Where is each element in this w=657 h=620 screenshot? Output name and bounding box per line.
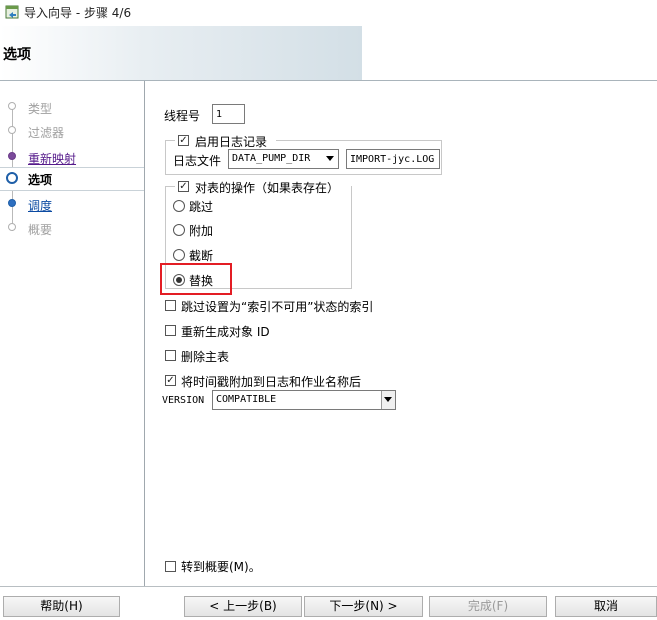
- step-remap[interactable]: 重新映射: [0, 147, 144, 169]
- skip-unusable-label: 跳过设置为“索引不可用”状态的索引: [181, 300, 374, 314]
- next-button[interactable]: 下一步(N) >: [304, 596, 423, 617]
- skip-unusable-checkbox[interactable]: [165, 300, 176, 311]
- logfile-name-input[interactable]: [346, 149, 440, 169]
- thread-label: 线程号: [164, 109, 201, 123]
- version-label: VERSION: [162, 395, 205, 406]
- radio-skip-label: 跳过: [189, 200, 214, 214]
- step-next-icon: [8, 199, 16, 207]
- goto-summary-checkbox[interactable]: [165, 561, 176, 572]
- table-action-legend: ✓ 对表的操作（如果表存在）: [175, 179, 351, 195]
- import-wizard-icon: [5, 5, 20, 20]
- step-current-icon: [6, 172, 18, 184]
- radio-truncate[interactable]: [173, 249, 185, 261]
- step-done-icon: [8, 102, 16, 110]
- radio-truncate-label: 截断: [189, 249, 214, 263]
- step-future-icon: [8, 223, 16, 231]
- thread-input[interactable]: [212, 104, 245, 124]
- step-type[interactable]: 类型: [0, 97, 144, 119]
- radio-skip[interactable]: [173, 200, 185, 212]
- radio-append-label: 附加: [189, 224, 214, 238]
- delete-master-label: 删除主表: [181, 350, 230, 364]
- regen-oid-label: 重新生成对象 ID: [181, 325, 270, 339]
- header-gradient: [0, 26, 362, 80]
- step-summary[interactable]: 概要: [0, 218, 144, 240]
- logfile-dir-value: DATA_PUMP_DIR: [232, 153, 311, 164]
- window-title: 导入向导 - 步骤 4/6: [24, 6, 132, 20]
- radio-replace[interactable]: [173, 274, 185, 286]
- dropdown-arrow-icon: [326, 156, 334, 161]
- table-action-checkbox[interactable]: ✓: [178, 181, 189, 192]
- step-done-icon: [8, 126, 16, 134]
- help-button[interactable]: 帮助(H): [3, 596, 120, 617]
- version-select[interactable]: COMPATIBLE: [212, 390, 396, 410]
- radio-replace-label: 替换: [189, 274, 214, 288]
- back-button[interactable]: < 上一步(B): [184, 596, 302, 617]
- logging-legend: ✓ 启用日志记录: [175, 133, 276, 149]
- append-timestamp-label: 将时间戳附加到日志和作业名称后: [181, 375, 362, 389]
- page-title: 选项: [3, 47, 31, 63]
- delete-master-checkbox[interactable]: [165, 350, 176, 361]
- logfile-label: 日志文件: [173, 154, 222, 168]
- finish-button[interactable]: 完成(F): [429, 596, 547, 617]
- table-action-label: 对表的操作（如果表存在）: [195, 181, 340, 195]
- logfile-dir-select[interactable]: DATA_PUMP_DIR: [228, 149, 339, 169]
- version-value: COMPATIBLE: [216, 394, 277, 405]
- title-bar: 导入向导 - 步骤 4/6: [0, 0, 657, 26]
- step-options-current[interactable]: 选项: [0, 167, 144, 191]
- logging-checkbox[interactable]: ✓: [178, 135, 189, 146]
- regen-oid-checkbox[interactable]: [165, 325, 176, 336]
- logging-label: 启用日志记录: [195, 135, 268, 149]
- cancel-button[interactable]: 取消: [555, 596, 657, 617]
- append-timestamp-checkbox[interactable]: ✓: [165, 375, 176, 386]
- step-link-icon: [8, 152, 16, 160]
- goto-summary-label: 转到概要(M)。: [181, 560, 261, 574]
- step-schedule[interactable]: 调度: [0, 194, 144, 216]
- step-filter[interactable]: 过滤器: [0, 121, 144, 143]
- dropdown-arrow-icon: [384, 397, 392, 402]
- radio-append[interactable]: [173, 224, 185, 236]
- wizard-steps-sidebar: 类型 过滤器 重新映射 选项 调度 概要: [0, 81, 145, 586]
